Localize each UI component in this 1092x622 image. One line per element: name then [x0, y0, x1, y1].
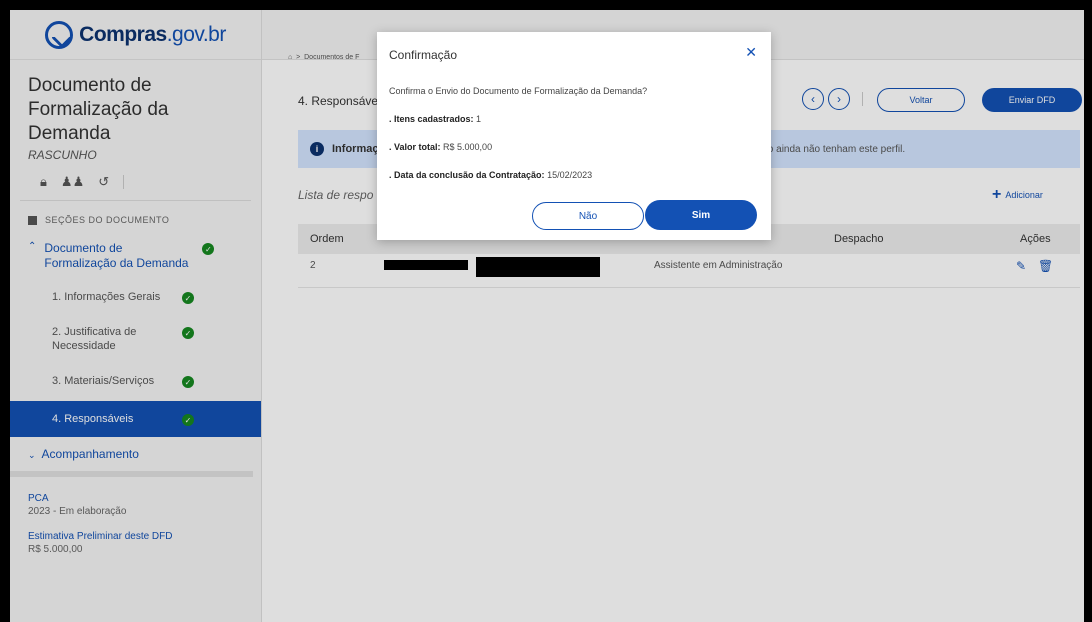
data-value: 15/02/2023	[547, 170, 593, 180]
close-icon[interactable]: ✕	[745, 44, 757, 61]
itens-value: 1	[476, 114, 482, 124]
confirmation-modal: Confirmação ✕ Confirma o Envio do Docume…	[377, 32, 771, 240]
valor-value: R$ 5.000,00	[443, 142, 493, 152]
app-window: Compras.gov.br Documento de Formalização…	[10, 10, 1084, 622]
modal-itens: . Itens cadastrados: 1	[389, 114, 481, 124]
sim-button[interactable]: Sim	[645, 200, 757, 230]
valor-label: . Valor total:	[389, 142, 441, 152]
itens-label: . Itens cadastrados:	[389, 114, 474, 124]
modal-question: Confirma o Envio do Documento de Formali…	[389, 86, 648, 96]
modal-valor: . Valor total: R$ 5.000,00	[389, 142, 492, 152]
data-label: . Data da conclusão da Contratação:	[389, 170, 545, 180]
modal-data: . Data da conclusão da Contratação: 15/0…	[389, 170, 592, 180]
modal-title: Confirmação	[389, 48, 458, 62]
nao-button[interactable]: Não	[532, 202, 644, 230]
